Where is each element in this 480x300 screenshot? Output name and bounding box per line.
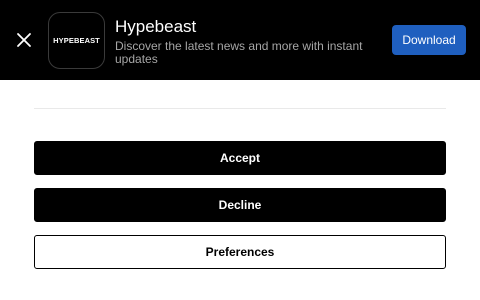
app-icon: HYPEBEAST bbox=[48, 12, 105, 69]
app-icon-logo-text: HYPEBEAST bbox=[53, 36, 100, 45]
download-button[interactable]: Download bbox=[392, 25, 466, 55]
accept-button[interactable]: Accept bbox=[34, 141, 446, 175]
smart-app-banner: HYPEBEAST Hypebeast Discover the latest … bbox=[0, 0, 480, 80]
close-banner-button[interactable] bbox=[12, 28, 36, 52]
close-icon bbox=[17, 33, 31, 47]
app-description: Discover the latest news and more with i… bbox=[115, 39, 363, 66]
decline-button[interactable]: Decline bbox=[34, 188, 446, 222]
divider bbox=[34, 108, 446, 109]
app-name: Hypebeast bbox=[115, 17, 197, 36]
preferences-button[interactable]: Preferences bbox=[34, 235, 446, 269]
